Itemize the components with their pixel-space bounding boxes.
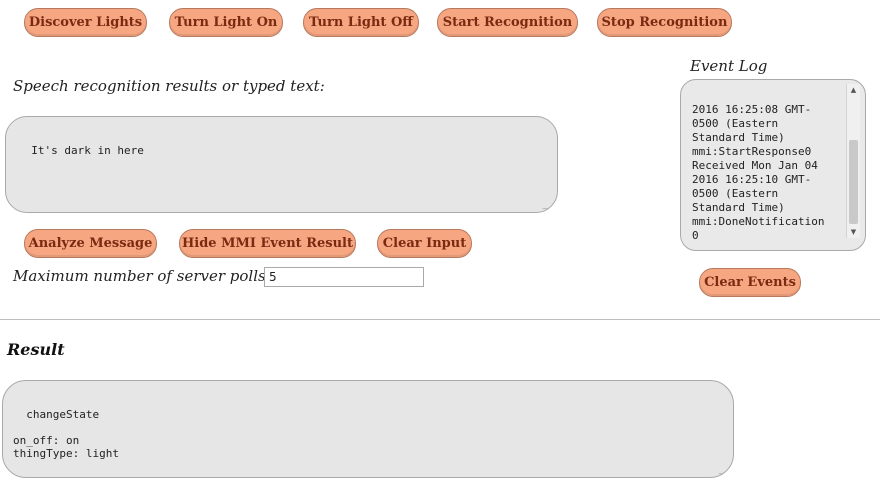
analyze-message-button[interactable]: Analyze Message bbox=[24, 229, 157, 258]
scroll-up-icon[interactable]: ▲ bbox=[847, 84, 860, 96]
clear-input-button[interactable]: Clear Input bbox=[377, 229, 472, 258]
event-log-title: Event Log bbox=[690, 57, 768, 75]
resize-handle[interactable] bbox=[542, 200, 557, 209]
scroll-down-icon[interactable]: ▼ bbox=[847, 226, 860, 238]
turn-light-off-button[interactable]: Turn Light Off bbox=[303, 8, 419, 37]
event-log-scrollbar[interactable]: ▲ ▼ bbox=[846, 84, 860, 238]
result-textarea[interactable]: changeState on_off: on thingType: light bbox=[2, 380, 734, 478]
result-heading: Result bbox=[7, 340, 65, 359]
event-log-text: 2016 16:25:08 GMT- 0500 (Eastern Standar… bbox=[692, 103, 825, 242]
turn-light-on-button[interactable]: Turn Light On bbox=[169, 8, 283, 37]
hide-mmi-event-result-button[interactable]: Hide MMI Event Result bbox=[179, 229, 356, 258]
speech-input-label: Speech recognition results or typed text… bbox=[13, 77, 325, 95]
stop-recognition-button[interactable]: Stop Recognition bbox=[597, 8, 732, 37]
resize-handle[interactable] bbox=[718, 465, 733, 474]
speech-text: It's dark in here bbox=[31, 144, 144, 157]
divider bbox=[0, 319, 880, 320]
max-polls-label: Maximum number of server polls: bbox=[13, 267, 271, 285]
start-recognition-button[interactable]: Start Recognition bbox=[437, 8, 578, 37]
event-log-textarea[interactable]: 2016 16:25:08 GMT- 0500 (Eastern Standar… bbox=[680, 79, 866, 251]
max-polls-input[interactable]: 5 bbox=[264, 267, 424, 287]
result-text: changeState on_off: on thingType: light bbox=[13, 408, 119, 460]
speech-textarea[interactable]: It's dark in here bbox=[5, 116, 558, 213]
discover-lights-button[interactable]: Discover Lights bbox=[24, 8, 147, 37]
clear-events-button[interactable]: Clear Events bbox=[699, 268, 801, 297]
scroll-thumb[interactable] bbox=[849, 140, 858, 224]
